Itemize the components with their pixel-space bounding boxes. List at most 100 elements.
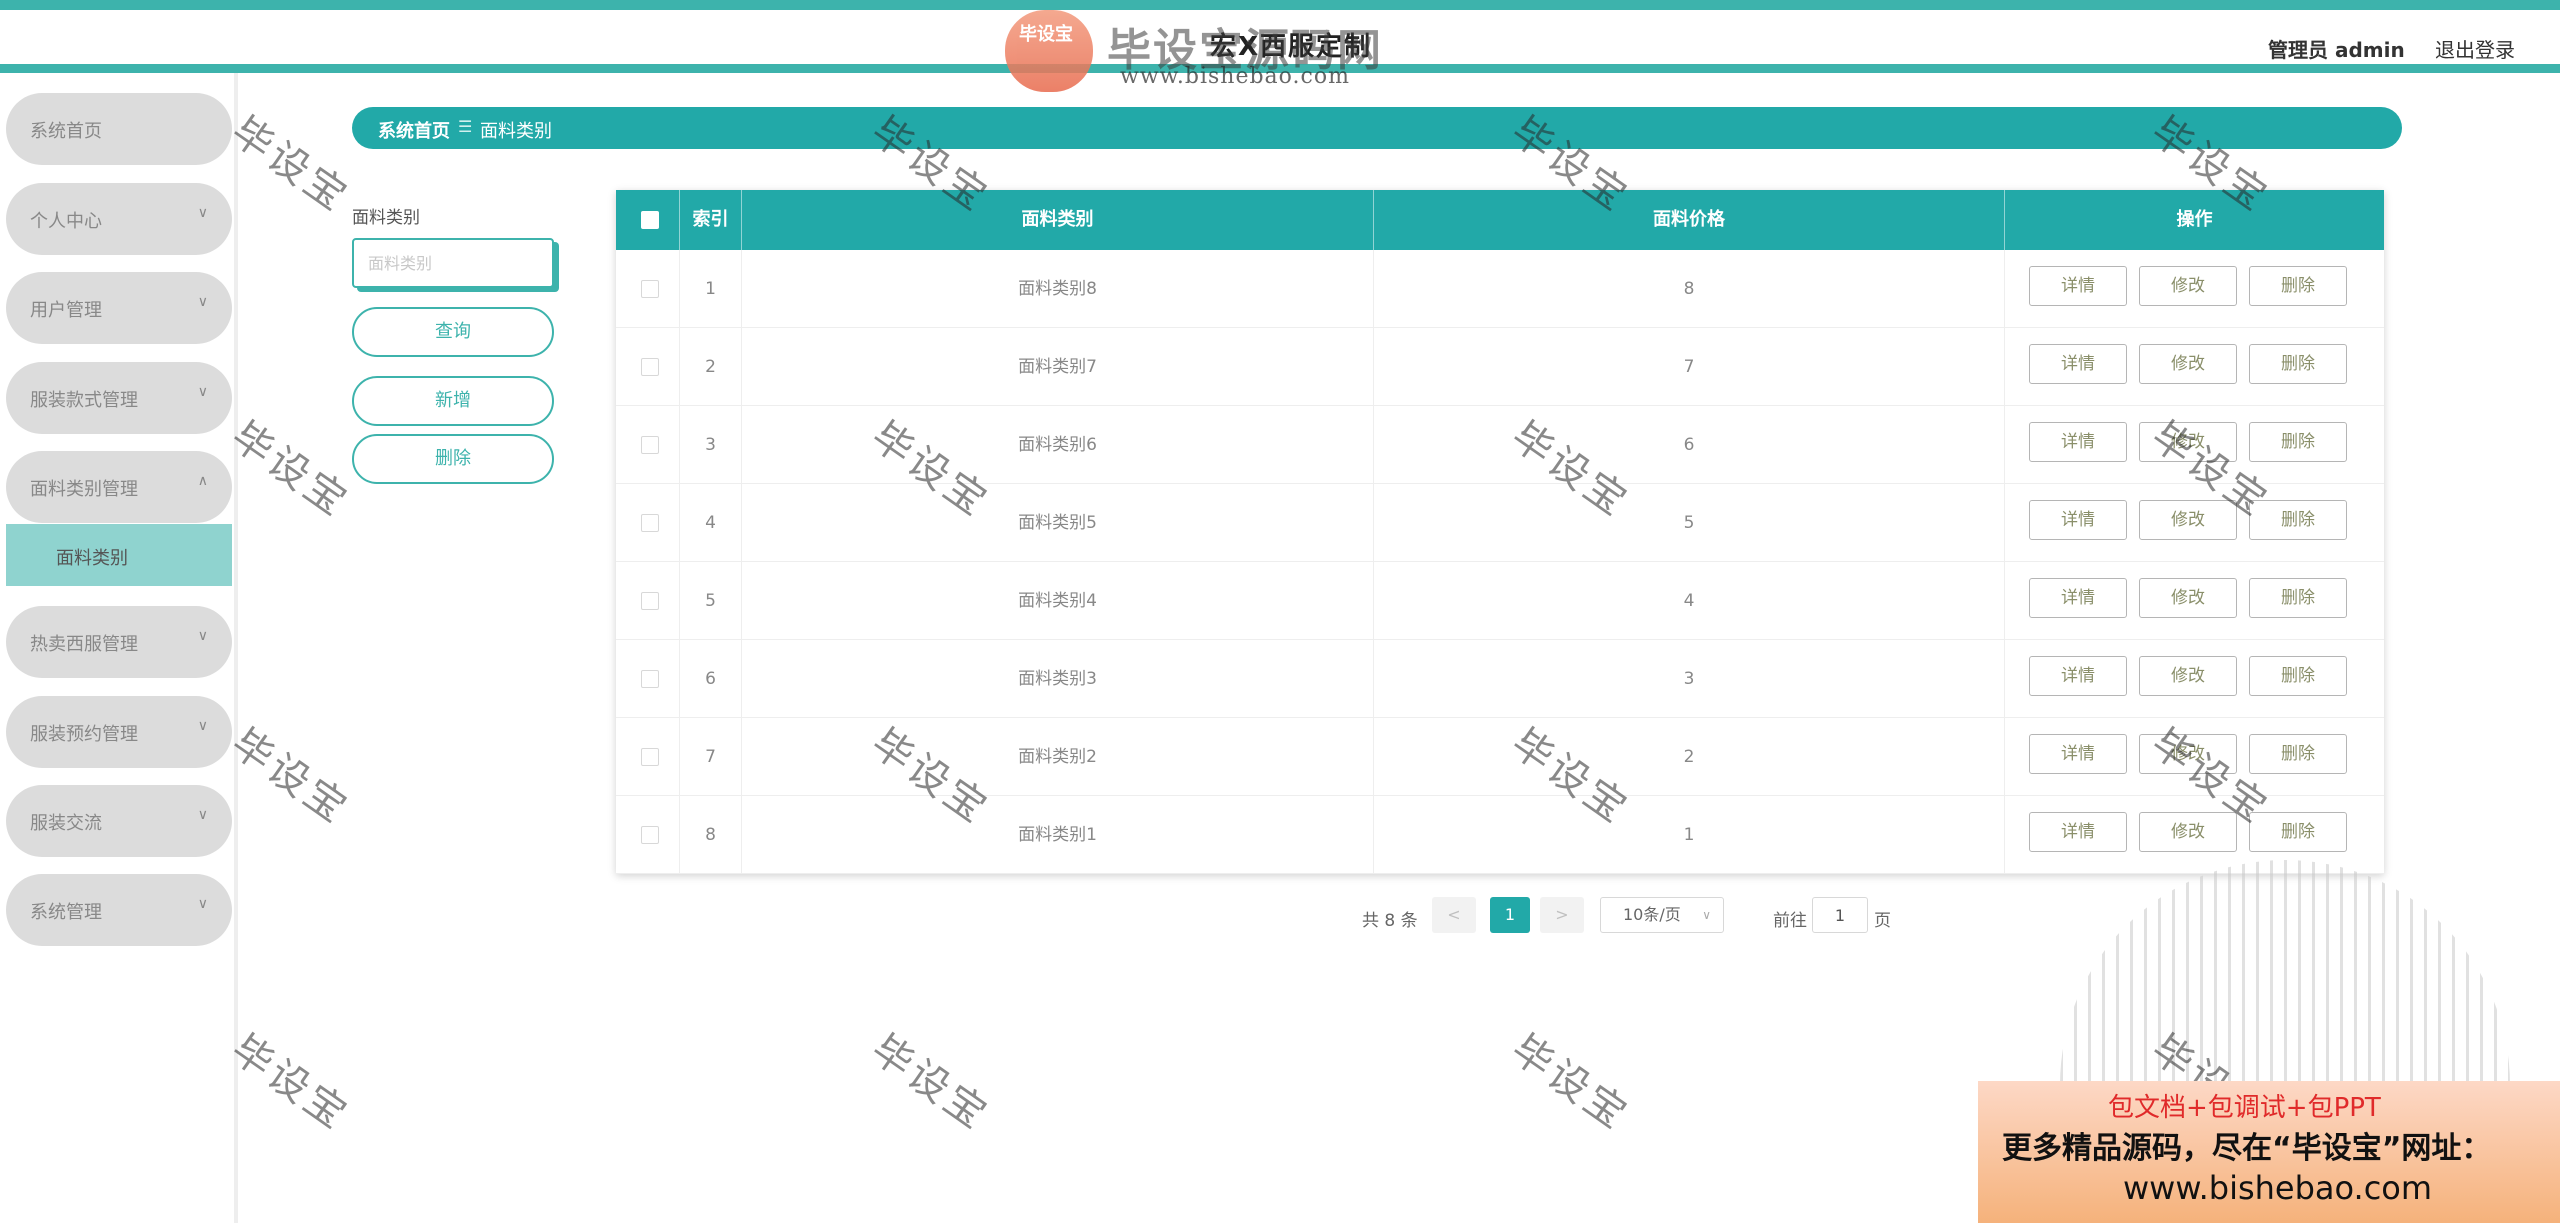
sidebar-item-hot-suit-management[interactable]: 热卖西服管理 ∨ <box>6 606 232 678</box>
sidebar-item-clothing-forum[interactable]: 服装交流 ∨ <box>6 785 232 857</box>
promo-line-2: 更多精品源码，尽在“毕设宝”网址： <box>2002 1131 2492 1166</box>
row-checkbox[interactable] <box>641 358 659 376</box>
pagination-page-1[interactable]: 1 <box>1490 897 1530 933</box>
watermark-text: 毕设宝 <box>222 108 358 222</box>
delete-button[interactable]: 删除 <box>2249 656 2347 696</box>
delete-button[interactable]: 删除 <box>2249 812 2347 852</box>
sidebar-item-home[interactable]: 系统首页 <box>6 93 232 165</box>
breadcrumb: 系统首页 ☰ 面料类别 <box>352 107 2402 149</box>
sidebar-subitem-fabric-category[interactable]: 面料类别 <box>6 524 232 586</box>
edit-button[interactable]: 修改 <box>2139 344 2237 384</box>
chevron-down-icon: ∨ <box>197 896 208 912</box>
cell-price: 3 <box>1374 640 2005 718</box>
cell-category: 面料类别2 <box>742 718 1374 796</box>
site-logo-watermark: 毕设宝 毕设宝源码网 www.bishebao.com <box>995 6 1385 96</box>
detail-button[interactable]: 详情 <box>2029 266 2127 306</box>
cell-price: 8 <box>1374 250 2005 328</box>
watermark-text: 毕设宝 <box>222 413 358 527</box>
detail-button[interactable]: 详情 <box>2029 734 2127 774</box>
edit-button[interactable]: 修改 <box>2139 266 2237 306</box>
row-checkbox[interactable] <box>641 436 659 454</box>
select-all-cell <box>616 190 680 250</box>
row-select-cell <box>616 718 680 796</box>
sidebar-item-system-management[interactable]: 系统管理 ∨ <box>6 874 232 946</box>
column-header-index: 索引 <box>680 190 742 250</box>
sidebar-item-label: 服装交流 <box>30 813 102 834</box>
promo-line-1: 包文档+包调试+包PPT <box>2108 1093 2381 1123</box>
goto-page-input[interactable] <box>1812 897 1868 933</box>
row-checkbox[interactable] <box>641 826 659 844</box>
detail-button[interactable]: 详情 <box>2029 578 2127 618</box>
select-all-checkbox[interactable] <box>641 211 659 229</box>
sidebar-item-fabric-category-management[interactable]: 面料类别管理 ∧ <box>6 451 232 523</box>
detail-button[interactable]: 详情 <box>2029 812 2127 852</box>
row-checkbox[interactable] <box>641 670 659 688</box>
cell-category: 面料类别4 <box>742 562 1374 640</box>
cell-price: 4 <box>1374 562 2005 640</box>
row-checkbox[interactable] <box>641 280 659 298</box>
detail-button[interactable]: 详情 <box>2029 656 2127 696</box>
row-select-cell <box>616 484 680 562</box>
detail-button[interactable]: 详情 <box>2029 422 2127 462</box>
chevron-down-icon: ∨ <box>1702 908 1711 922</box>
current-user-label: 管理员 admin <box>2268 38 2405 62</box>
table-row: 5 面料类别4 4 详情 修改 删除 <box>616 562 2384 640</box>
sidebar-item-appointment-management[interactable]: 服装预约管理 ∨ <box>6 696 232 768</box>
cell-actions: 详情 修改 删除 <box>2005 328 2384 406</box>
chevron-down-icon: ∨ <box>197 807 208 823</box>
sidebar-item-label: 热卖西服管理 <box>30 634 138 655</box>
cell-category: 面料类别3 <box>742 640 1374 718</box>
page-size-select[interactable]: 10条/页 ∨ <box>1600 897 1724 933</box>
table-row: 1 面料类别8 8 详情 修改 删除 <box>616 250 2384 328</box>
cell-price: 2 <box>1374 718 2005 796</box>
sidebar-item-clothing-style-management[interactable]: 服装款式管理 ∨ <box>6 362 232 434</box>
query-button[interactable]: 查询 <box>352 307 554 357</box>
edit-button[interactable]: 修改 <box>2139 422 2237 462</box>
cell-price: 5 <box>1374 484 2005 562</box>
edit-button[interactable]: 修改 <box>2139 500 2237 540</box>
sidebar-item-label: 服装预约管理 <box>30 724 138 745</box>
detail-button[interactable]: 详情 <box>2029 344 2127 384</box>
table-row: 4 面料类别5 5 详情 修改 删除 <box>616 484 2384 562</box>
cell-category: 面料类别8 <box>742 250 1374 328</box>
edit-button[interactable]: 修改 <box>2139 578 2237 618</box>
table-row: 6 面料类别3 3 详情 修改 删除 <box>616 640 2384 718</box>
cell-index: 3 <box>680 406 742 484</box>
page-size-value: 10条/页 <box>1623 905 1681 924</box>
sidebar-item-label: 个人中心 <box>30 211 102 232</box>
row-checkbox[interactable] <box>641 592 659 610</box>
delete-button[interactable]: 删除 <box>2249 500 2347 540</box>
delete-button[interactable]: 删除 <box>2249 734 2347 774</box>
row-select-cell <box>616 562 680 640</box>
edit-button[interactable]: 修改 <box>2139 734 2237 774</box>
row-checkbox[interactable] <box>641 514 659 532</box>
fabric-category-search-input[interactable] <box>352 238 554 288</box>
edit-button[interactable]: 修改 <box>2139 656 2237 696</box>
add-button[interactable]: 新增 <box>352 376 554 426</box>
logo-url: www.bishebao.com <box>1120 64 1350 89</box>
sidebar-item-label: 用户管理 <box>30 300 102 321</box>
logout-link[interactable]: 退出登录 <box>2435 34 2515 63</box>
cell-price: 7 <box>1374 328 2005 406</box>
delete-button[interactable]: 删除 <box>2249 344 2347 384</box>
pagination-next-button[interactable]: > <box>1540 897 1584 933</box>
cell-index: 8 <box>680 796 742 874</box>
edit-button[interactable]: 修改 <box>2139 812 2237 852</box>
pagination-prev-button[interactable]: < <box>1432 897 1476 933</box>
breadcrumb-home-link[interactable]: 系统首页 <box>378 117 450 143</box>
cell-actions: 详情 修改 删除 <box>2005 796 2384 874</box>
row-select-cell <box>616 250 680 328</box>
delete-button[interactable]: 删除 <box>2249 578 2347 618</box>
cell-actions: 详情 修改 删除 <box>2005 250 2384 328</box>
row-checkbox[interactable] <box>641 748 659 766</box>
cell-actions: 详情 修改 删除 <box>2005 562 2384 640</box>
column-header-category: 面料类别 <box>742 190 1374 250</box>
cell-price: 6 <box>1374 406 2005 484</box>
delete-button[interactable]: 删除 <box>2249 422 2347 462</box>
sidebar-item-user-management[interactable]: 用户管理 ∨ <box>6 272 232 344</box>
sidebar-item-personal-center[interactable]: 个人中心 ∨ <box>6 183 232 255</box>
delete-button[interactable]: 删除 <box>2249 266 2347 306</box>
batch-delete-button[interactable]: 删除 <box>352 434 554 484</box>
detail-button[interactable]: 详情 <box>2029 500 2127 540</box>
table-row: 8 面料类别1 1 详情 修改 删除 <box>616 796 2384 874</box>
